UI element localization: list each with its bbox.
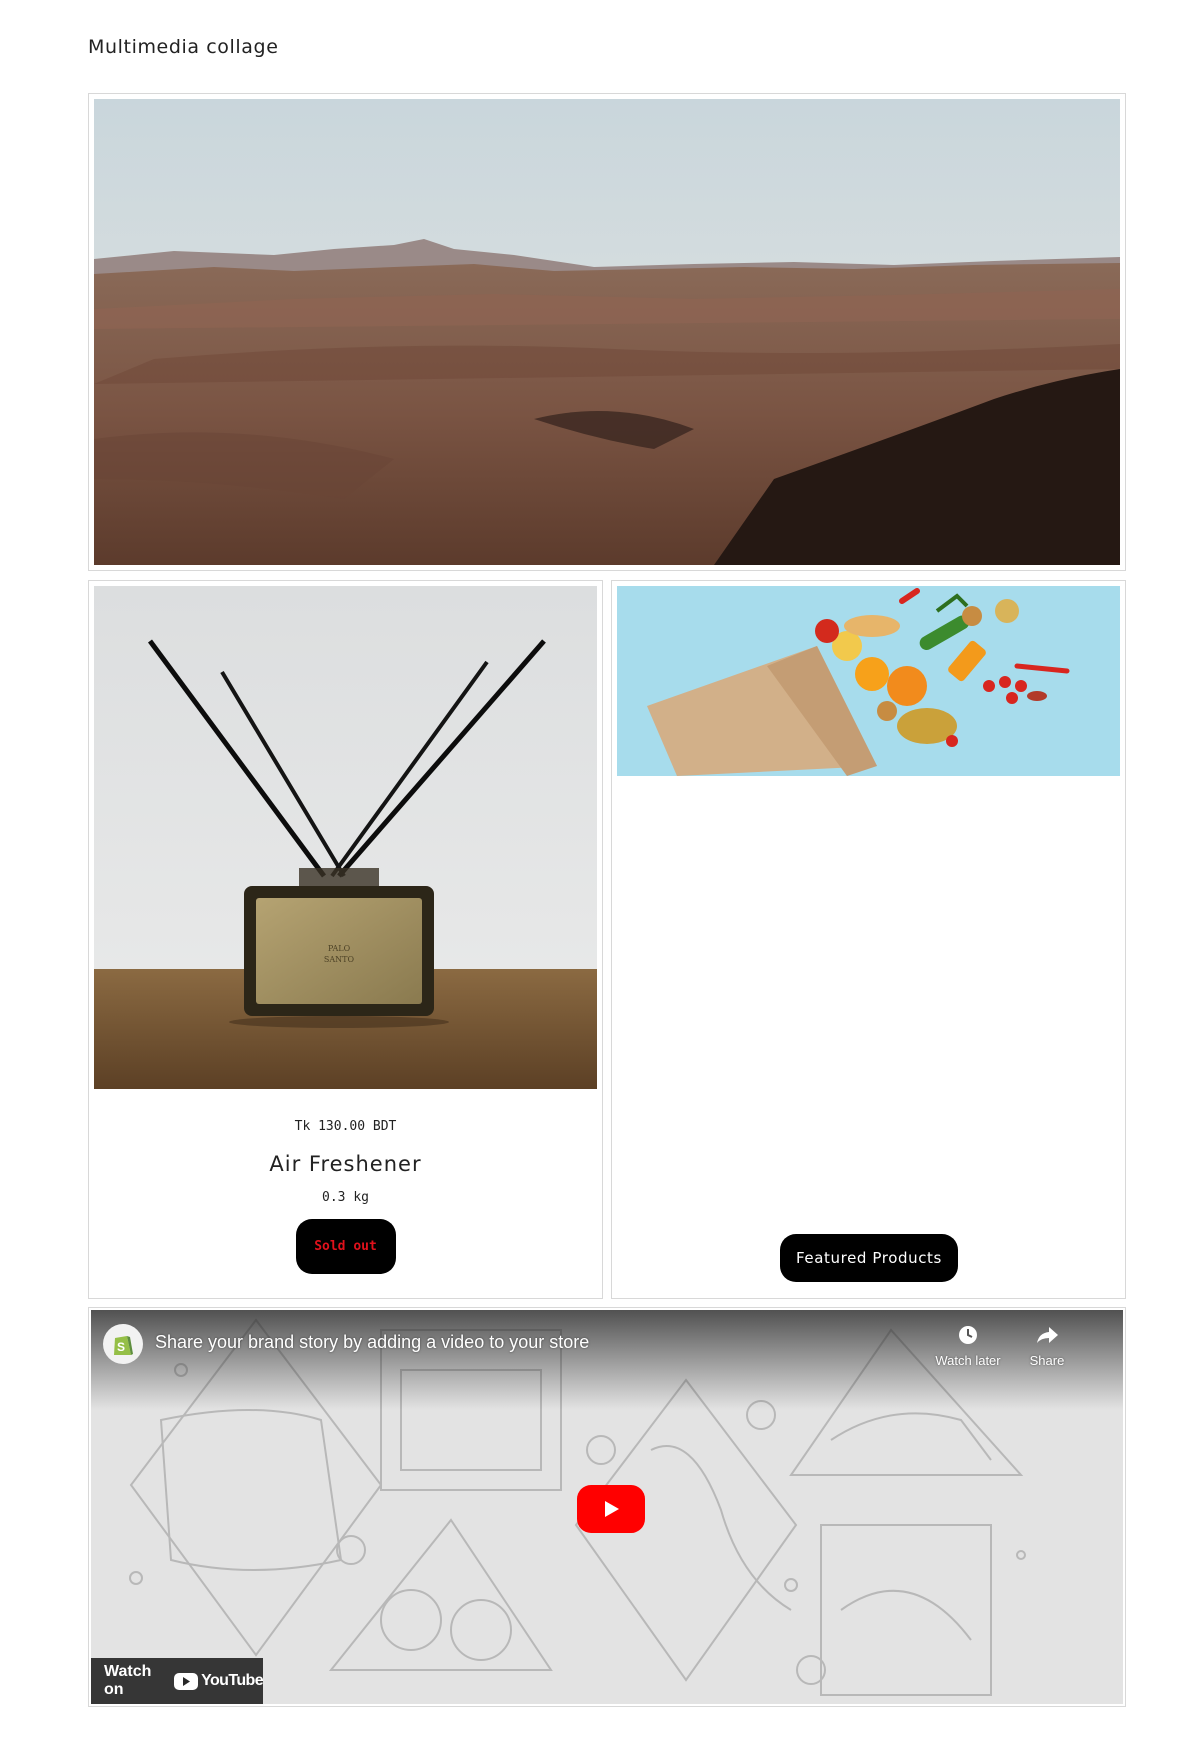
svg-text:PALO: PALO [328,944,351,953]
product-weight: 0.3 kg [322,1190,369,1205]
product-price: Tk 130.00 BDT [294,1119,397,1134]
hero-image-card[interactable] [88,93,1126,571]
youtube-logo: YouTube [174,1672,264,1690]
featured-products-button[interactable]: Featured Products [780,1234,958,1282]
grocery-bag-image [617,586,1120,776]
product-card[interactable]: PALO SANTO Tk 130.00 BDT Air Freshener 0… [88,580,603,1299]
watch-later-label: Watch later [935,1353,1001,1368]
product-title[interactable]: Air Freshener [94,1152,597,1176]
svg-text:SANTO: SANTO [324,955,355,964]
youtube-video-embed[interactable]: S Share your brand story by adding a vid… [91,1310,1123,1704]
play-icon [605,1501,619,1517]
youtube-play-icon [174,1672,199,1690]
collection-card[interactable]: Featured Products [611,580,1126,1299]
play-button[interactable] [577,1485,645,1533]
section-title: Multimedia collage [88,36,279,58]
video-card[interactable]: S Share your brand story by adding a vid… [88,1307,1126,1707]
video-title[interactable]: Share your brand story by adding a video… [155,1332,589,1353]
svg-text:S: S [117,1340,125,1354]
shopify-logo-icon[interactable]: S [103,1324,143,1364]
clock-icon [959,1326,977,1344]
share-arrow-icon [1037,1327,1058,1343]
share-label: Share [1029,1353,1065,1368]
desert-landscape-image [94,99,1120,565]
watch-on-label: Watch on [104,1663,152,1698]
share-button[interactable]: Share [1012,1324,1082,1368]
watch-later-button[interactable]: Watch later [933,1324,1003,1368]
sold-out-button[interactable]: Sold out [295,1219,396,1274]
reed-diffuser-image: PALO SANTO [94,586,597,1089]
youtube-wordmark: YouTube [201,1672,263,1689]
watch-on-youtube-button[interactable]: Watch on YouTube [91,1658,264,1704]
